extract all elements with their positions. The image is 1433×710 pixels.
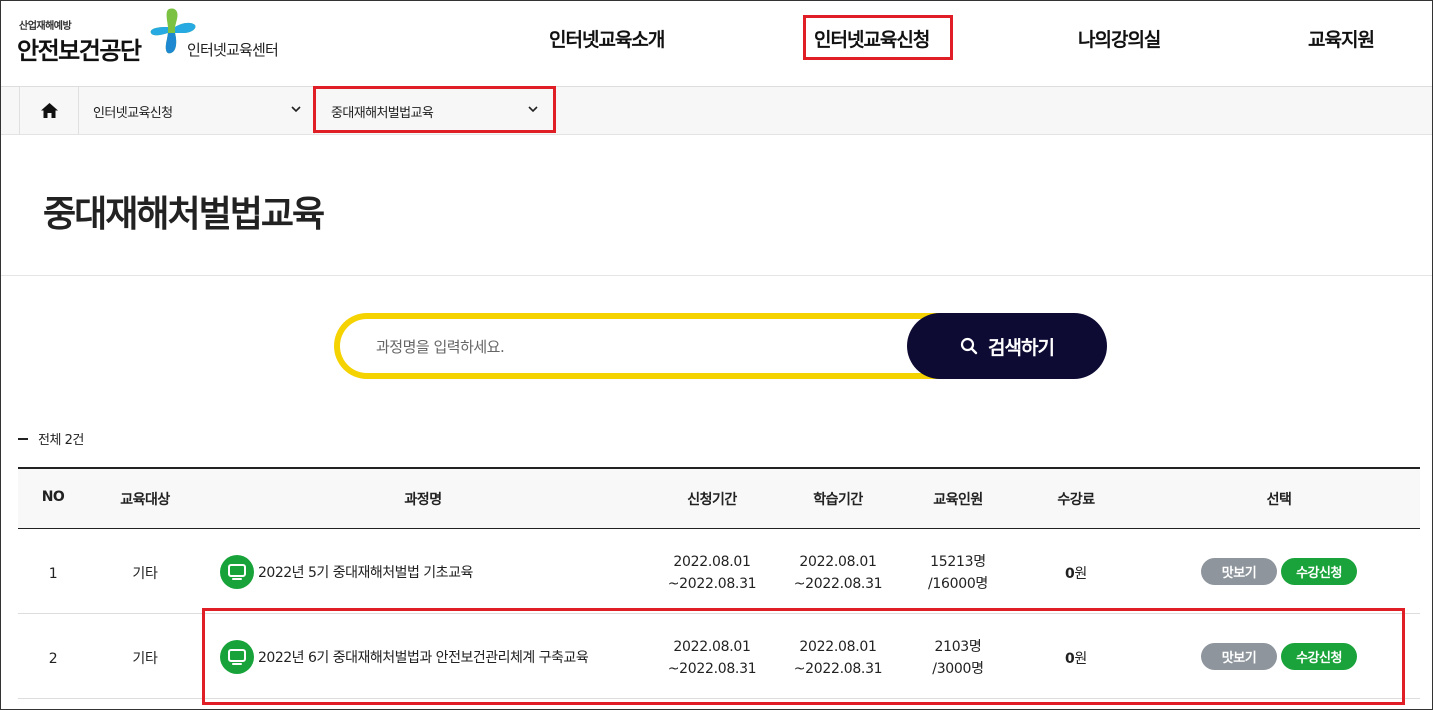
table-header: NO 교육대상 과정명 신청기간 학습기간 교육인원 수강료 선택 [18, 467, 1420, 529]
total-label: 전체 [38, 433, 61, 448]
column-header-fee: 수강료 [1057, 492, 1095, 508]
row-target: 기타 [132, 651, 158, 667]
search-button[interactable]: 검색하기 [907, 313, 1107, 379]
search-icon [960, 337, 978, 355]
online-course-icon [220, 555, 254, 589]
chevron-down-icon [528, 106, 538, 113]
row-apply-from: 2022.08.01 [673, 639, 751, 655]
total-count-value: 2건 [64, 433, 85, 448]
table-row: 2 기타 2022년 6기 중대재해처벌법과 안전보건관리체계 구축교육 202… [18, 614, 1420, 699]
logo-org-name: 안전보건공단 [17, 37, 142, 65]
table-row: 1 기타 2022년 5기 중대재해처벌법 기초교육 2022.08.01 ~2… [18, 529, 1420, 614]
row-course-name: 2022년 6기 중대재해처벌법과 안전보건관리체계 구축교육 [258, 650, 589, 666]
total-count: 전체 2건 [18, 429, 84, 448]
column-header-select: 선택 [1266, 492, 1292, 508]
column-header-target: 교육대상 [120, 492, 170, 508]
row-enrolled: 2103명 [934, 639, 982, 655]
breadcrumb: 인터넷교육신청 중대재해처벌법교육 [1, 87, 1432, 135]
preview-button[interactable]: 맛보기 [1201, 558, 1277, 585]
row-fee-unit: 원 [1074, 566, 1088, 582]
row-target: 기타 [132, 566, 158, 582]
breadcrumb-home-button[interactable] [19, 87, 79, 134]
row-study-to: ~2022.08.31 [793, 576, 883, 592]
online-course-icon [220, 640, 254, 674]
search-button-label: 검색하기 [988, 336, 1055, 359]
row-course-title[interactable]: 2022년 5기 중대재해처벌법 기초교육 [220, 555, 473, 589]
row-fee: 0원 [1065, 648, 1087, 670]
row-apply-period: 2022.08.01 ~2022.08.31 [668, 551, 757, 595]
row-apply-from: 2022.08.01 [673, 554, 751, 570]
column-header-study-period: 학습기간 [813, 492, 863, 508]
breadcrumb-level1-select[interactable]: 인터넷교육신청 [79, 87, 315, 134]
row-apply-to: ~2022.08.31 [667, 576, 757, 592]
row-apply-period: 2022.08.01 ~2022.08.31 [668, 636, 757, 680]
preview-button[interactable]: 맛보기 [1201, 643, 1277, 670]
row-no: 1 [48, 566, 58, 582]
row-course-title[interactable]: 2022년 6기 중대재해처벌법과 안전보건관리체계 구축교육 [220, 640, 589, 674]
row-study-from: 2022.08.01 [799, 639, 877, 655]
nav-item-my-classroom[interactable]: 나의강의실 [1078, 25, 1161, 52]
row-capacity: 2103명 /3000명 [932, 636, 984, 680]
nav-item-support[interactable]: 교육지원 [1308, 25, 1375, 52]
search-input[interactable] [376, 335, 896, 359]
column-header-course: 과정명 [404, 492, 442, 508]
row-capacity: 15213명 /16000명 [928, 551, 988, 595]
apply-button[interactable]: 수강신청 [1281, 558, 1357, 585]
row-fee: 0원 [1065, 563, 1087, 585]
dash-icon [18, 437, 28, 440]
row-study-period: 2022.08.01 ~2022.08.31 [794, 551, 883, 595]
breadcrumb-level2-label: 중대재해처벌법교육 [331, 106, 434, 121]
row-apply-to: ~2022.08.31 [667, 661, 757, 677]
title-divider [1, 275, 1432, 276]
row-course-name: 2022년 5기 중대재해처벌법 기초교육 [258, 565, 473, 581]
site-header: 산업재해예방 안전보건공단 인터넷교육센터 인터넷교육소개 인터넷교육신청 나의… [1, 1, 1432, 87]
column-header-apply-period: 신청기간 [687, 492, 737, 508]
column-header-capacity: 교육인원 [933, 492, 983, 508]
nav-item-intro[interactable]: 인터넷교육소개 [549, 25, 665, 52]
row-fee-unit: 원 [1074, 651, 1088, 667]
logo-subtitle: 산업재해예방 [19, 21, 72, 32]
row-study-from: 2022.08.01 [799, 554, 877, 570]
row-study-to: ~2022.08.31 [793, 661, 883, 677]
home-icon [40, 103, 58, 118]
apply-button[interactable]: 수강신청 [1281, 643, 1357, 670]
chevron-down-icon [291, 106, 301, 113]
row-study-period: 2022.08.01 ~2022.08.31 [794, 636, 883, 680]
column-header-no: NO [41, 489, 65, 505]
nav-item-apply[interactable]: 인터넷교육신청 [814, 25, 930, 52]
row-enrolled: 15213명 [930, 554, 986, 570]
breadcrumb-level1-label: 인터넷교육신청 [93, 106, 173, 121]
search-box [334, 313, 974, 379]
row-capacity-max: /3000명 [932, 661, 984, 677]
row-no: 2 [48, 651, 58, 667]
page-title: 중대재해처벌법교육 [43, 194, 325, 235]
logo-center-name: 인터넷교육센터 [187, 41, 279, 59]
row-capacity-max: /16000명 [927, 576, 989, 592]
breadcrumb-level2-select[interactable]: 중대재해처벌법교육 [315, 87, 555, 134]
